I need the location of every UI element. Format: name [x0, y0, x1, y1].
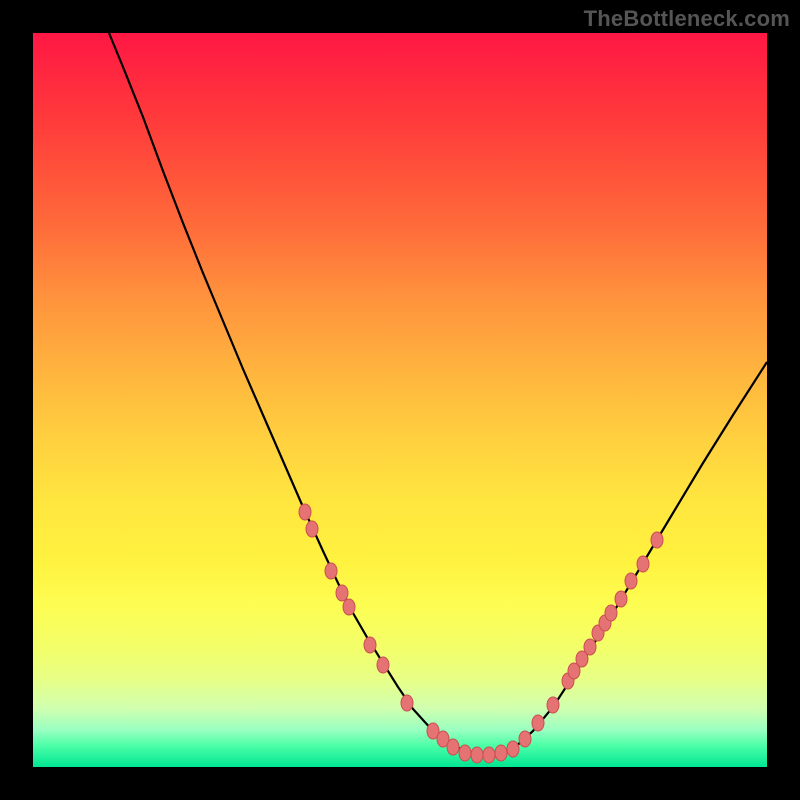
data-marker [471, 747, 483, 763]
data-marker [447, 739, 459, 755]
data-marker [625, 573, 637, 589]
data-marker [651, 532, 663, 548]
data-marker [495, 745, 507, 761]
watermark-text: TheBottleneck.com [584, 6, 790, 32]
data-marker [377, 657, 389, 673]
data-marker [306, 521, 318, 537]
data-marker [401, 695, 413, 711]
data-marker [519, 731, 531, 747]
data-marker [605, 605, 617, 621]
data-marker [584, 639, 596, 655]
data-marker [615, 591, 627, 607]
marker-group [299, 504, 663, 763]
chart-frame: TheBottleneck.com [0, 0, 800, 800]
data-marker [299, 504, 311, 520]
data-marker [483, 747, 495, 763]
data-marker [364, 637, 376, 653]
data-marker [532, 715, 544, 731]
data-marker [507, 741, 519, 757]
data-marker [336, 585, 348, 601]
bottleneck-curve [109, 33, 767, 757]
data-marker [637, 556, 649, 572]
plot-area [33, 33, 767, 767]
data-marker [325, 563, 337, 579]
chart-svg [33, 33, 767, 767]
data-marker [459, 745, 471, 761]
data-marker [547, 697, 559, 713]
data-marker [343, 599, 355, 615]
